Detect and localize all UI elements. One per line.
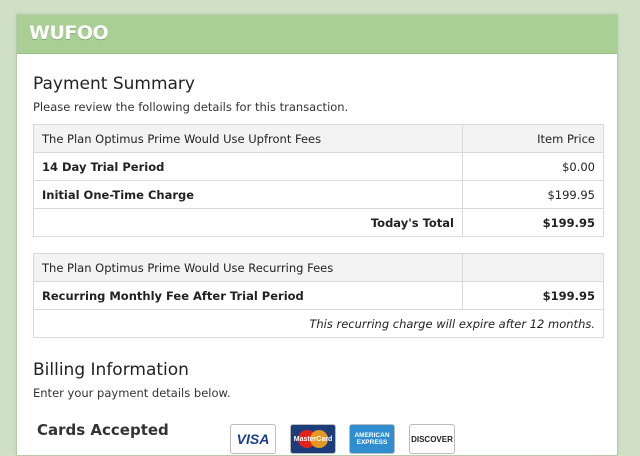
row-label: 14 Day Trial Period [33,152,463,181]
table-row: Initial One-Time Charge $199.95 [33,180,604,209]
todays-total-label: Today's Total [33,208,463,237]
payment-summary-description: Please review the following details for … [33,100,349,114]
form-content: Payment Summary Please review the follow… [17,54,617,400]
recurring-header-label: The Plan Optimus Prime Would Use Recurri… [33,253,463,282]
recurring-fees-table: The Plan Optimus Prime Would Use Recurri… [33,253,604,338]
form-frame: WUFOO Payment Summary Please review the … [16,14,618,456]
row-label: Initial One-Time Charge [33,180,463,209]
table-row: 14 Day Trial Period $0.00 [33,152,604,181]
row-price: $199.95 [462,180,604,209]
discover-card-icon: DISCOVER [409,424,455,454]
mastercard-card-icon: MasterCard [290,424,336,454]
total-row: Today's Total $199.95 [33,208,604,237]
row-label: Recurring Monthly Fee After Trial Period [33,281,463,310]
table-header-row: The Plan Optimus Prime Would Use Recurri… [33,253,604,282]
table-header-row: The Plan Optimus Prime Would Use Upfront… [33,124,604,153]
item-price-header: Item Price [462,124,604,153]
upfront-fees-table: The Plan Optimus Prime Would Use Upfront… [33,124,604,237]
row-price: $0.00 [462,152,604,181]
row-price: $199.95 [462,281,604,310]
billing-info-title: Billing Information [33,360,189,380]
amex-card-icon: AMERICAN EXPRESS [349,424,395,454]
cards-accepted-title: Cards Accepted [37,421,169,439]
wufoo-logo[interactable]: WUFOO [29,22,109,44]
recurring-price-header [462,253,604,282]
billing-info-description: Enter your payment details below. [33,386,231,400]
note-row: This recurring charge will expire after … [33,309,604,338]
visa-card-icon: VISA [230,424,276,454]
upfront-header-label: The Plan Optimus Prime Would Use Upfront… [33,124,463,153]
todays-total-price: $199.95 [462,208,604,237]
recurring-expiry-note: This recurring charge will expire after … [33,309,604,338]
payment-summary-title: Payment Summary [33,74,195,94]
table-row: Recurring Monthly Fee After Trial Period… [33,281,604,310]
brand-header: WUFOO [17,15,617,54]
